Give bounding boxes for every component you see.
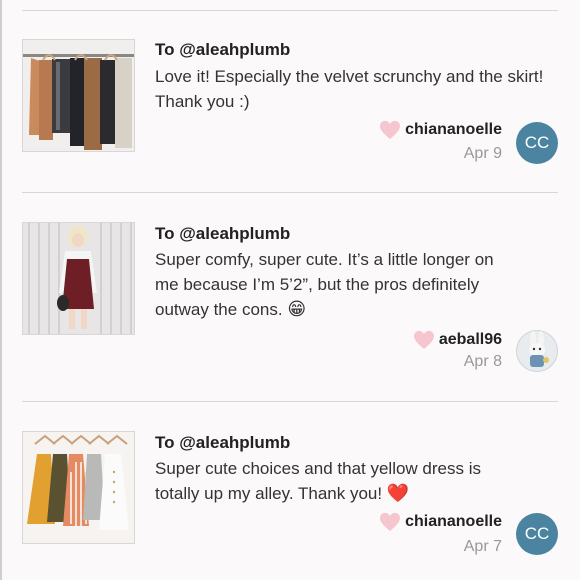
review-text: Super cute choices and that yellow dress… bbox=[155, 459, 482, 504]
reviewer[interactable]: chiananoelle bbox=[379, 511, 502, 533]
rabbit-avatar-image bbox=[516, 330, 558, 372]
review-recipient: To @aleahplumb bbox=[155, 40, 291, 59]
heart-icon bbox=[380, 512, 401, 532]
avatar[interactable]: CC bbox=[516, 122, 558, 164]
review-thumbnail[interactable] bbox=[22, 222, 135, 335]
review-item: To @aleahplumb Super comfy, super cute. … bbox=[0, 190, 580, 372]
review-thumbnail[interactable] bbox=[22, 431, 135, 544]
review-recipient: To @aleahplumb bbox=[155, 224, 291, 243]
reviewer[interactable]: aeball96 bbox=[413, 329, 502, 351]
reviewer-username[interactable]: chiananoelle bbox=[405, 513, 502, 531]
review-date: Apr 8 bbox=[463, 353, 502, 370]
reviewer-username[interactable]: aeball96 bbox=[439, 331, 502, 349]
avatar[interactable] bbox=[516, 330, 558, 372]
review-text: Super comfy, super cute. It’s a little l… bbox=[155, 250, 494, 320]
grinning-emoji: 😁 bbox=[287, 299, 307, 320]
reviewer-username[interactable]: chiananoelle bbox=[405, 121, 502, 139]
review-date: Apr 7 bbox=[463, 538, 502, 555]
review-item: To @aleahplumb Love it! Especially the v… bbox=[0, 0, 580, 180]
review-recipient: To @aleahplumb bbox=[155, 433, 291, 452]
avatar[interactable]: CC bbox=[516, 513, 558, 555]
avatar-initials: CC bbox=[524, 133, 550, 152]
heart-icon bbox=[413, 330, 434, 350]
reviewer[interactable]: chiananoelle bbox=[379, 119, 502, 141]
dresses-on-hangers-photo bbox=[23, 432, 134, 543]
avatar-initials: CC bbox=[524, 524, 550, 543]
review-date: Apr 9 bbox=[463, 145, 502, 162]
review-thumbnail[interactable] bbox=[22, 39, 135, 152]
clothing-rack-photo bbox=[23, 40, 134, 151]
heart-icon bbox=[380, 120, 401, 140]
review-item: To @aleahplumb Super cute choices and th… bbox=[0, 400, 580, 580]
red-heart-emoji: ❤️ bbox=[386, 483, 410, 504]
person-wearing-dress-photo bbox=[23, 223, 134, 334]
review-text: Love it! Especially the velvet scrunchy … bbox=[155, 67, 544, 111]
